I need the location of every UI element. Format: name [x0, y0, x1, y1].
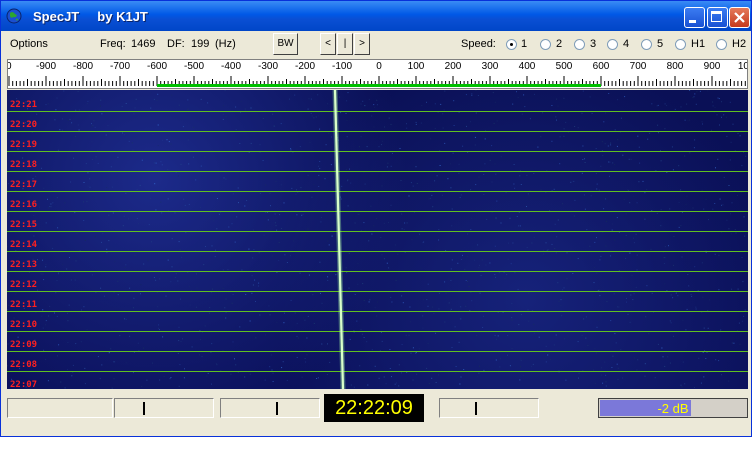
speed-option-3-label: 3	[590, 38, 597, 50]
globe-icon	[6, 8, 22, 24]
waterfall-time-label: 22:07	[10, 380, 38, 389]
speed-option-1-label: 1	[521, 38, 528, 50]
df-unit: (Hz)	[215, 38, 236, 50]
bandwidth-indicator	[157, 84, 601, 87]
waterfall-time-label: 22:12	[10, 280, 38, 290]
df-label: DF:	[167, 38, 185, 50]
gain-slider-thumb[interactable]	[475, 402, 477, 415]
speed-radio-h2[interactable]	[716, 39, 727, 50]
waterfall-graphics	[7, 90, 748, 389]
maximize-button[interactable]	[707, 7, 728, 28]
waterfall-time-label: 22:10	[10, 320, 38, 330]
status-field	[7, 398, 113, 418]
close-icon	[734, 12, 745, 23]
signal-level-meter: -2 dB	[598, 398, 748, 418]
contrast-slider[interactable]	[220, 398, 320, 418]
waterfall-time-label: 22:21	[10, 100, 38, 110]
speed-option-h2-label: H2	[732, 38, 747, 50]
minimize-icon	[689, 20, 696, 23]
contrast-slider-thumb[interactable]	[276, 402, 278, 415]
waterfall-time-label: 22:11	[10, 300, 38, 310]
waterfall-time-label: 22:19	[10, 140, 38, 150]
brightness-slider-thumb[interactable]	[143, 402, 145, 415]
prev-button[interactable]: <	[320, 33, 336, 55]
freq-label: Freq:	[100, 38, 126, 50]
speed-radio-2[interactable]	[540, 39, 551, 50]
signal-glow	[332, 90, 346, 389]
waterfall-time-label: 22:17	[10, 180, 38, 190]
waterfall-time-label: 22:13	[10, 260, 38, 270]
waterfall-time-label: 22:09	[10, 340, 38, 350]
window-title: SpecJT by K1JT	[33, 9, 148, 24]
speed-radio-4[interactable]	[607, 39, 618, 50]
waterfall-time-label: 22:15	[10, 220, 38, 230]
waterfall-time-label: 22:16	[10, 200, 38, 210]
speed-label: Speed:	[461, 38, 496, 50]
gain-slider[interactable]	[439, 398, 539, 418]
speed-radio-1[interactable]	[506, 39, 517, 50]
speed-option-2-label: 2	[556, 38, 563, 50]
title-bar[interactable]: SpecJT by K1JT	[1, 1, 751, 31]
toolbar: Options Freq: 1469 DF: 199 (Hz) BW < | >…	[1, 31, 751, 57]
close-button[interactable]	[729, 7, 750, 28]
brightness-slider[interactable]	[114, 398, 214, 418]
maximize-icon	[711, 11, 722, 22]
waterfall-display[interactable]: 22:21 22:20 22:19 22:18 22:17 22:16 22:15 22:14…	[7, 90, 748, 389]
freq-value: 1469	[131, 38, 156, 50]
waterfall-time-label: 22:08	[10, 360, 38, 370]
minimize-button[interactable]	[684, 7, 705, 28]
bw-button[interactable]: BW	[273, 33, 298, 55]
speed-radio-h1[interactable]	[675, 39, 686, 50]
scale-ticks	[8, 76, 746, 87]
options-menu[interactable]: Options	[10, 38, 48, 50]
speed-radio-3[interactable]	[574, 39, 585, 50]
utc-clock: 22:22:09	[324, 394, 424, 422]
speed-option-4-label: 4	[623, 38, 630, 50]
specjt-window: SpecJT by K1JT Options Freq: 1469 DF: 19…	[0, 0, 752, 437]
speed-radio-5[interactable]	[641, 39, 652, 50]
signal-level-text: -2 dB	[657, 401, 689, 416]
df-value: 199	[191, 38, 210, 50]
next-button[interactable]: >	[354, 33, 370, 55]
speed-option-h1-label: H1	[691, 38, 706, 50]
waterfall-time-label: 22:20	[10, 120, 38, 130]
frequency-scale[interactable]: 0-900-800-700-600-500-400-300-200-100010…	[7, 59, 748, 89]
speed-option-5-label: 5	[657, 38, 664, 50]
waterfall-time-label: 22:18	[10, 160, 38, 170]
center-button[interactable]: |	[337, 33, 353, 55]
waterfall-time-label: 22:14	[10, 240, 38, 250]
